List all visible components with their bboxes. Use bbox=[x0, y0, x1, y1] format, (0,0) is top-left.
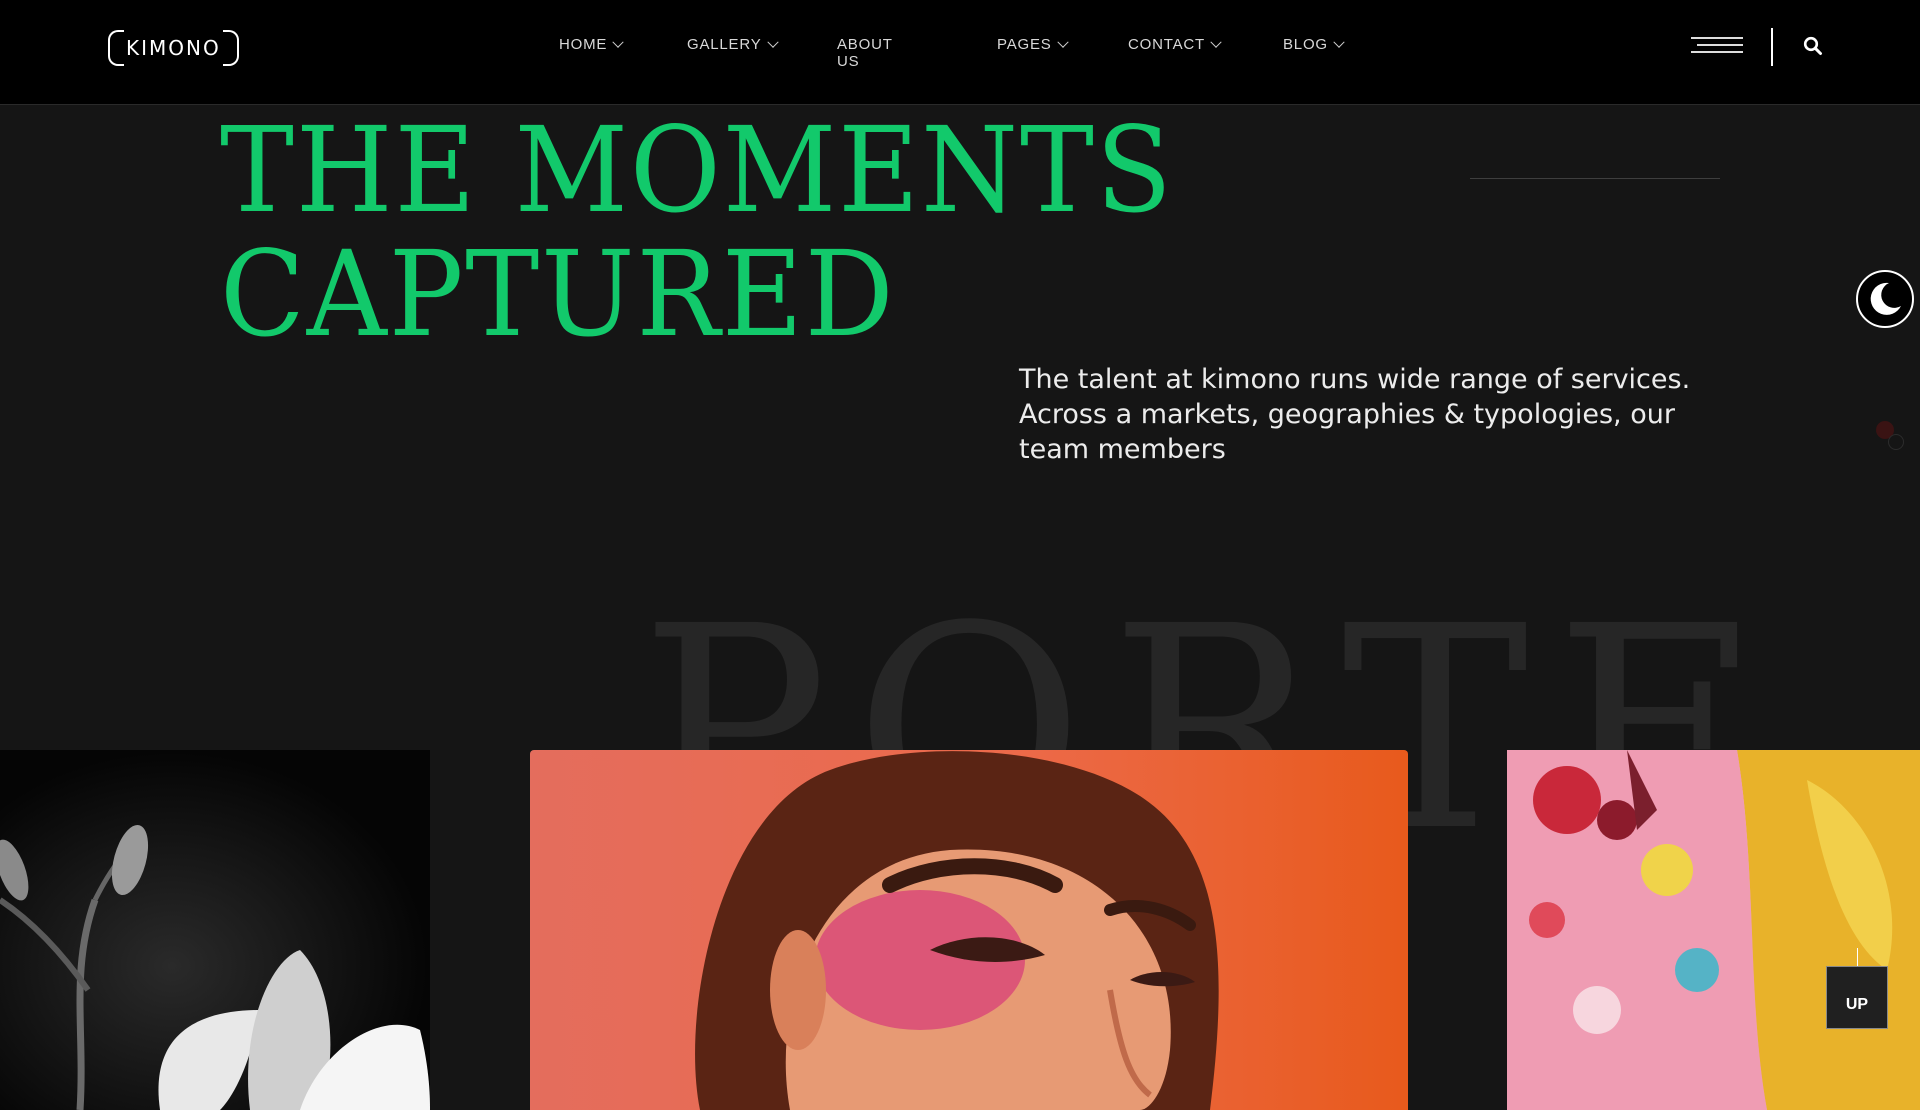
nav-item-label: CONTACT bbox=[1128, 36, 1205, 53]
nav-item-gallery[interactable]: GALLERY bbox=[687, 36, 779, 53]
logo-text: KIMONO bbox=[126, 36, 221, 60]
chevron-down-icon bbox=[766, 36, 779, 48]
portrait-illustration bbox=[695, 751, 1219, 1110]
nav-item-blog[interactable]: BLOG bbox=[1283, 36, 1345, 53]
hamburger-icon[interactable] bbox=[1691, 35, 1743, 57]
nav-item-home[interactable]: HOME bbox=[559, 36, 624, 53]
hero-title-line1: THE MOMENTS bbox=[220, 101, 1174, 239]
flower-illustration bbox=[0, 824, 430, 1110]
logo-bracket-right bbox=[222, 30, 239, 66]
scroll-top-button[interactable]: UP bbox=[1826, 966, 1888, 1029]
kimono-logo[interactable]: KIMONO bbox=[108, 28, 239, 68]
hero-decorative-line bbox=[1470, 178, 1720, 179]
cursor-ring bbox=[1888, 434, 1904, 450]
nav-item-label: PAGES bbox=[997, 36, 1052, 53]
nav-item-label: BLOG bbox=[1283, 36, 1328, 53]
hero-title-line2: CAPTURED bbox=[220, 225, 896, 363]
header-divider bbox=[1771, 28, 1773, 66]
moon-icon bbox=[1870, 282, 1901, 315]
logo-bracket-left bbox=[108, 30, 124, 66]
hero-description: The talent at kimono runs wide range of … bbox=[1019, 364, 1691, 465]
hero-title: THE MOMENTS CAPTURED bbox=[220, 108, 1174, 356]
nav-item-label: ABOUT US bbox=[837, 36, 893, 70]
chevron-down-icon bbox=[1056, 36, 1069, 48]
theme-toggle-button[interactable] bbox=[1856, 270, 1914, 328]
gallery-image-fashion[interactable] bbox=[1507, 750, 1920, 1110]
nav-item-label: GALLERY bbox=[687, 36, 762, 53]
chevron-down-icon bbox=[1210, 36, 1222, 48]
gallery-image-portrait[interactable] bbox=[530, 750, 1408, 1110]
chevron-down-icon bbox=[1333, 36, 1345, 48]
nav-item-pages[interactable]: PAGES bbox=[997, 36, 1069, 53]
nav-item-label: HOME bbox=[559, 36, 608, 53]
nav-item-about-us[interactable]: ABOUT US bbox=[837, 36, 892, 70]
nav-item-contact[interactable]: CONTACT bbox=[1128, 36, 1222, 53]
chevron-down-icon bbox=[612, 36, 624, 48]
site-header: KIMONO HOME GALLERY ABOUT US PAGES CONTA… bbox=[0, 0, 1920, 105]
search-icon[interactable] bbox=[1803, 36, 1823, 56]
fashion-illustration bbox=[1507, 750, 1920, 1110]
gallery-image-flower[interactable] bbox=[0, 750, 430, 1110]
